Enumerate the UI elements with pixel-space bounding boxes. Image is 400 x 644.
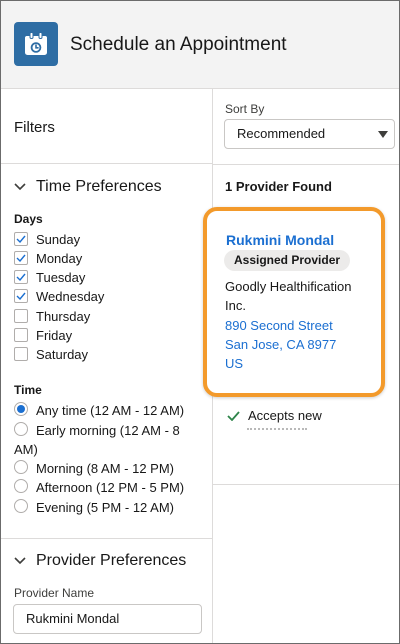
- checkmark-icon: [227, 410, 240, 421]
- checkbox[interactable]: [14, 251, 28, 265]
- provider-preferences-toggle[interactable]: Provider Preferences: [14, 552, 186, 570]
- truncated-text: [247, 426, 307, 431]
- provider-preferences-title: Provider Preferences: [36, 552, 187, 569]
- day-checkbox-thursday[interactable]: Thursday: [14, 307, 90, 325]
- caret-down-icon: [378, 131, 388, 138]
- results-divider-bottom: [213, 484, 399, 485]
- chevron-down-icon: [14, 178, 26, 196]
- results-column: Sort By Recommended 1 Provider Found Ruk…: [203, 89, 399, 643]
- provider-organization: Goodly Healthification Inc.: [225, 279, 352, 313]
- provider-name-label: Provider Name: [14, 586, 95, 600]
- filters-column: Filters Time Preferences Days Sunday Mon…: [1, 89, 213, 643]
- assigned-provider-badge: Assigned Provider: [224, 250, 351, 271]
- checkbox[interactable]: [14, 232, 28, 246]
- sort-by-label: Sort By: [225, 102, 265, 116]
- time-radio-morning[interactable]: Morning (8 AM - 12 PM): [14, 459, 174, 478]
- filters-title: Filters: [14, 119, 55, 136]
- time-radio-any[interactable]: Any time (12 AM - 12 AM): [14, 401, 184, 420]
- results-divider: [213, 164, 399, 165]
- day-checkbox-sunday[interactable]: Sunday: [14, 230, 80, 248]
- provider-name-link[interactable]: Rukmini Mondal: [226, 232, 334, 248]
- days-label: Days: [14, 212, 43, 226]
- day-checkbox-monday[interactable]: Monday: [14, 249, 82, 267]
- page-header: Schedule an Appointment: [1, 1, 399, 89]
- radio-button[interactable]: [14, 499, 28, 513]
- checkbox[interactable]: [14, 270, 28, 284]
- filters-bar: Filters: [1, 89, 213, 164]
- time-radio-afternoon[interactable]: Afternoon (12 PM - 5 PM): [14, 478, 184, 497]
- section-divider: [1, 538, 213, 539]
- scheduler-panel: Schedule an Appointment Filters Time Pre…: [0, 0, 400, 644]
- day-checkbox-wednesday[interactable]: Wednesday: [14, 287, 104, 305]
- chevron-down-icon: [14, 552, 26, 570]
- time-label: Time: [14, 383, 42, 397]
- time-preferences-title: Time Preferences: [36, 178, 162, 195]
- sort-by-select[interactable]: Recommended: [224, 119, 395, 149]
- radio-button[interactable]: [14, 402, 28, 416]
- day-checkbox-tuesday[interactable]: Tuesday: [14, 268, 85, 286]
- radio-button[interactable]: [14, 460, 28, 474]
- checkbox[interactable]: [14, 309, 28, 323]
- checkbox[interactable]: [14, 289, 28, 303]
- day-checkbox-saturday[interactable]: Saturday: [14, 345, 88, 363]
- radio-button[interactable]: [14, 479, 28, 493]
- time-radio-early-morning[interactable]: Early morning (12 AM - 8 AM): [14, 421, 184, 459]
- time-radio-evening[interactable]: Evening (5 PM - 12 AM): [14, 498, 174, 517]
- accepts-new-patients: Accepts new: [227, 408, 322, 423]
- provider-address-link[interactable]: 890 Second Street San Jose, CA 8977 US: [225, 316, 375, 373]
- time-preferences-toggle[interactable]: Time Preferences: [14, 178, 162, 196]
- page-title: Schedule an Appointment: [70, 34, 287, 55]
- provider-name-input[interactable]: Rukmini Mondal: [13, 604, 202, 634]
- checkbox[interactable]: [14, 328, 28, 342]
- results-count: 1 Provider Found: [225, 179, 332, 194]
- day-checkbox-friday[interactable]: Friday: [14, 326, 72, 344]
- checkbox[interactable]: [14, 347, 28, 361]
- calendar-icon: [14, 22, 58, 66]
